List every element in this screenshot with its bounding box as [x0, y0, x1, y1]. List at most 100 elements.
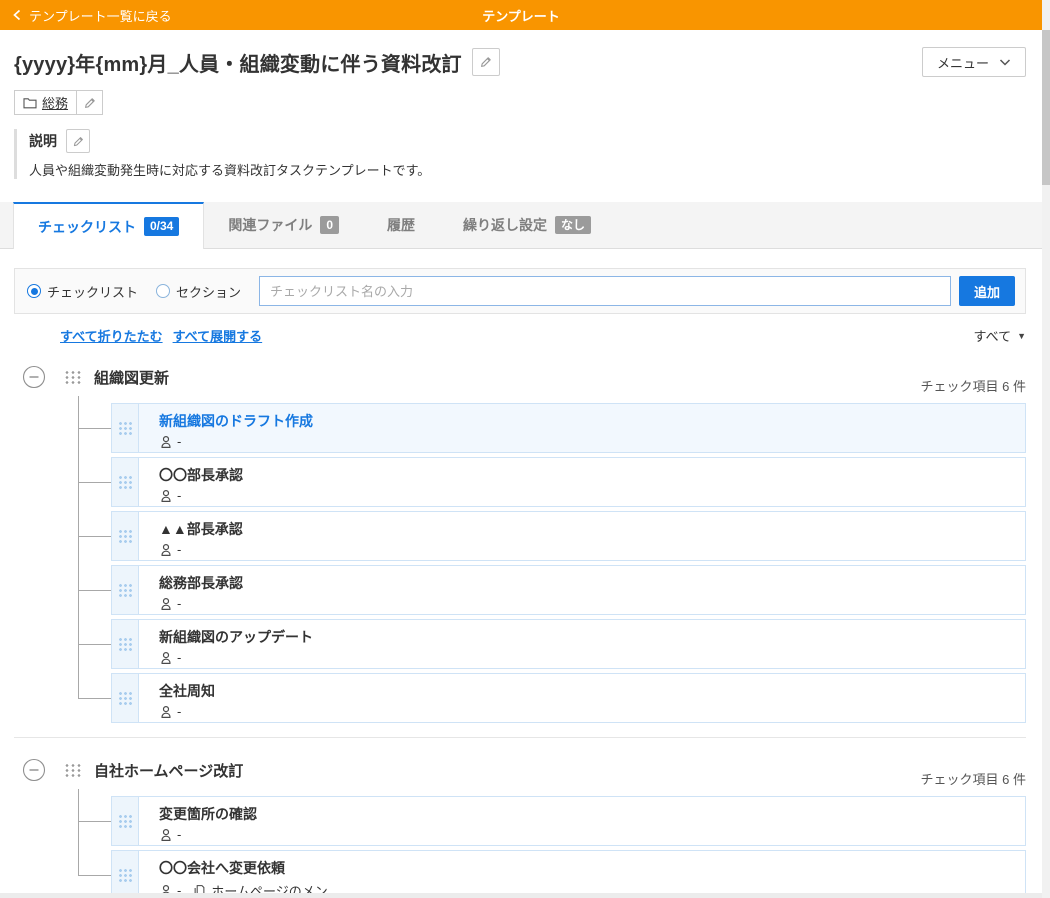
item-assignee: -: [177, 704, 181, 719]
radio-section-circle: [156, 284, 170, 298]
checklist-item-row: 変更箇所の確認 -: [78, 796, 1026, 846]
checklist-name-input[interactable]: [259, 276, 951, 306]
scrollbar-thumb[interactable]: [1042, 30, 1050, 185]
drag-dots-icon: [118, 421, 132, 435]
tree-branch: [78, 511, 111, 561]
template-detail-page: テンプレート一覧に戻る テンプレート {yyyy}年{mm}月_人員・組織変動に…: [0, 0, 1050, 898]
assignee-person-icon: [159, 828, 173, 842]
checklist-item[interactable]: ▲▲部長承認 -: [111, 511, 1026, 561]
checklist-section: 自社ホームページ改訂 チェック項目 6 件 変更箇所の確認 -: [14, 737, 1026, 898]
edit-title-button[interactable]: [472, 48, 500, 76]
top-bar: テンプレート一覧に戻る テンプレート: [0, 0, 1042, 30]
sections: 組織図更新 チェック項目 6 件 新組織図のドラフト作成 -: [14, 357, 1026, 898]
tab-related-files[interactable]: 関連ファイル 0: [204, 202, 363, 248]
drag-dots-icon: [118, 691, 132, 705]
checklist-item-row: 新組織図のドラフト作成 -: [78, 403, 1026, 453]
list-toolbar: すべて折りたたむ すべて展開する すべて ▼: [14, 326, 1026, 345]
add-button[interactable]: 追加: [959, 276, 1015, 306]
assignee-person-icon: [159, 597, 173, 611]
assignee-person-icon: [159, 543, 173, 557]
section-title: 自社ホームページ改訂: [94, 760, 243, 781]
item-list: 変更箇所の確認 - 〇〇会社へ変更依頼: [78, 796, 1026, 898]
checklist-item[interactable]: 新組織図のアップデート -: [111, 619, 1026, 669]
filter-dropdown[interactable]: すべて ▼: [974, 326, 1027, 345]
pencil-icon: [479, 55, 493, 69]
item-drag-handle[interactable]: [112, 566, 139, 614]
radio-section-label: セクション: [176, 282, 241, 301]
item-drag-handle[interactable]: [112, 512, 139, 560]
back-link-label: テンプレート一覧に戻る: [29, 6, 172, 25]
related-files-count-badge: 0: [320, 216, 339, 234]
item-title: 変更箇所の確認: [159, 804, 257, 824]
checklist-item[interactable]: 全社周知 -: [111, 673, 1026, 723]
item-title: ▲▲部長承認: [159, 519, 243, 539]
tab-history[interactable]: 履歴: [363, 202, 439, 248]
radio-checklist[interactable]: チェックリスト: [27, 282, 138, 301]
collapse-section-button[interactable]: [22, 365, 46, 389]
checklist-item[interactable]: 新組織図のドラフト作成 -: [111, 403, 1026, 453]
tab-related-files-label: 関連ファイル: [228, 215, 312, 235]
item-assignee: -: [177, 542, 181, 557]
description-label: 説明: [29, 131, 57, 151]
minus-circle-icon: [22, 758, 46, 782]
tab-history-label: 履歴: [387, 215, 415, 235]
checklist-item[interactable]: 〇〇部長承認 -: [111, 457, 1026, 507]
tree-branch: [78, 796, 111, 846]
assignee-person-icon: [159, 435, 173, 449]
item-drag-handle[interactable]: [112, 620, 139, 668]
radio-section[interactable]: セクション: [156, 282, 241, 301]
category-link[interactable]: 総務: [42, 93, 68, 112]
back-to-template-list-link[interactable]: テンプレート一覧に戻る: [12, 6, 172, 25]
checklist-count-badge: 0/34: [144, 217, 179, 235]
item-assignee: -: [177, 650, 181, 665]
section-drag-handle-icon[interactable]: [64, 370, 81, 384]
section-title: 組織図更新: [94, 367, 169, 388]
tree-branch: [78, 673, 111, 723]
edit-description-button[interactable]: [66, 129, 90, 153]
tree-branch: [78, 850, 111, 898]
item-title: 全社周知: [159, 681, 215, 701]
description-block: 説明 人員や組織変動発生時に対応する資料改訂タスクテンプレートです。: [14, 129, 1026, 179]
tab-repeat-settings-label: 繰り返し設定: [463, 215, 547, 235]
tree-branch: [78, 619, 111, 669]
scrollbar-track[interactable]: [1042, 0, 1050, 898]
item-assignee: -: [177, 434, 181, 449]
tab-bar: チェックリスト 0/34 関連ファイル 0 履歴 繰り返し設定 なし: [0, 202, 1042, 249]
tree-branch: [78, 403, 111, 453]
item-drag-handle[interactable]: [112, 851, 139, 898]
section-drag-handle-icon[interactable]: [64, 763, 81, 777]
checklist-item-row: 新組織図のアップデート -: [78, 619, 1026, 669]
edit-category-button[interactable]: [76, 90, 103, 115]
checklist-panel: チェックリスト セクション 追加 すべて折りたたむ すべて展開する すべて ▼ …: [0, 268, 1050, 898]
checklist-item[interactable]: 〇〇会社へ変更依頼 - ホームページのメン…: [111, 850, 1026, 898]
item-drag-handle[interactable]: [112, 797, 139, 845]
drag-dots-icon: [118, 814, 132, 828]
drag-dots-icon: [118, 868, 132, 882]
filter-label: すべて: [974, 326, 1012, 345]
pencil-icon: [72, 135, 85, 148]
section-item-count: チェック項目 6 件: [921, 769, 1026, 788]
expand-all-link[interactable]: すべて展開する: [173, 326, 263, 345]
assignee-person-icon: [159, 651, 173, 665]
tab-checklist[interactable]: チェックリスト 0/34: [13, 202, 204, 249]
item-drag-handle[interactable]: [112, 404, 139, 452]
tab-repeat-settings[interactable]: 繰り返し設定 なし: [439, 202, 615, 248]
checklist-item[interactable]: 変更箇所の確認 -: [111, 796, 1026, 846]
collapse-section-button[interactable]: [22, 758, 46, 782]
checklist-item-row: 総務部長承認 -: [78, 565, 1026, 615]
category-chip: 総務: [14, 90, 77, 115]
checklist-item-row: 〇〇会社へ変更依頼 - ホームページのメン…: [78, 850, 1026, 898]
assignee-person-icon: [159, 489, 173, 503]
checklist-item-row: ▲▲部長承認 -: [78, 511, 1026, 561]
pencil-icon: [83, 96, 97, 110]
tree-branch: [78, 565, 111, 615]
item-drag-handle[interactable]: [112, 458, 139, 506]
item-title: 新組織図のドラフト作成: [159, 411, 313, 431]
item-list: 新組織図のドラフト作成 - 〇〇部長承認: [78, 403, 1026, 723]
checklist-section: 組織図更新 チェック項目 6 件 新組織図のドラフト作成 -: [14, 357, 1026, 723]
page-title: {yyyy}年{mm}月_人員・組織変動に伴う資料改訂: [14, 48, 462, 77]
checklist-item[interactable]: 総務部長承認 -: [111, 565, 1026, 615]
menu-button[interactable]: メニュー: [922, 47, 1026, 77]
item-drag-handle[interactable]: [112, 674, 139, 722]
collapse-all-link[interactable]: すべて折りたたむ: [60, 326, 163, 345]
